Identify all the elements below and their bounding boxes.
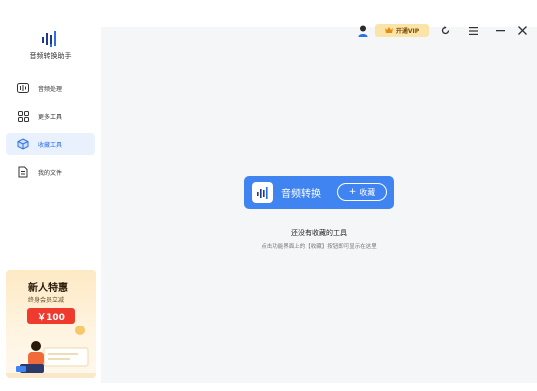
favorite-tool-card-audio-convert[interactable]: 音频转换 + 收藏 — [244, 176, 394, 209]
collect-label: 收藏 — [359, 187, 376, 197]
refresh-icon[interactable] — [439, 24, 451, 37]
sidebar-item-label: 音频处理 — [38, 85, 63, 93]
menu-icon[interactable] — [467, 24, 479, 37]
sidebar-item-my-files[interactable]: 我的文件 — [6, 161, 95, 183]
minimize-icon[interactable] — [494, 24, 506, 37]
file-icon — [16, 165, 30, 179]
collect-button[interactable]: + 收藏 — [337, 183, 387, 201]
empty-state-title: 还没有收藏的工具 — [291, 229, 347, 237]
audio-wave-icon — [16, 81, 30, 95]
promo-subtitle: 终身会员立减 — [28, 297, 65, 304]
promo-title: 新人特惠 — [28, 283, 68, 294]
sidebar: 音频转换助手 音频处理 更多工具 收藏工具 我的文件 新人特惠 终身会员立减 ￥… — [0, 0, 101, 391]
cube-icon — [16, 137, 30, 151]
new-user-promo-card[interactable]: 新人特惠 终身会员立减 ￥100 — [6, 270, 96, 378]
tool-name: 音频转换 — [281, 189, 321, 200]
sidebar-item-favorite-tools[interactable]: 收藏工具 — [6, 133, 95, 155]
promo-price-badge: ￥100 — [27, 308, 75, 324]
sidebar-item-label: 收藏工具 — [38, 141, 63, 149]
sidebar-item-audio-processing[interactable]: 音频处理 — [6, 77, 95, 99]
user-icon[interactable] — [357, 24, 369, 37]
grid-icon — [16, 109, 30, 123]
sidebar-item-label: 更多工具 — [38, 113, 63, 121]
crown-icon — [384, 26, 393, 35]
open-vip-button[interactable]: 开通VIP — [375, 24, 429, 37]
close-icon[interactable] — [516, 24, 528, 37]
app-name: 音频转换助手 — [29, 52, 72, 60]
empty-state-hint: 点击功能界面上的【收藏】按钮即可显示在这里 — [261, 244, 377, 250]
audio-convert-icon — [252, 182, 273, 203]
open-vip-label: 开通VIP — [395, 28, 420, 35]
promo-illustration — [6, 326, 96, 378]
sidebar-item-label: 我的文件 — [38, 169, 63, 177]
plus-icon: + — [348, 187, 357, 197]
app-logo-icon — [42, 31, 56, 47]
sidebar-item-more-tools[interactable]: 更多工具 — [6, 105, 95, 127]
